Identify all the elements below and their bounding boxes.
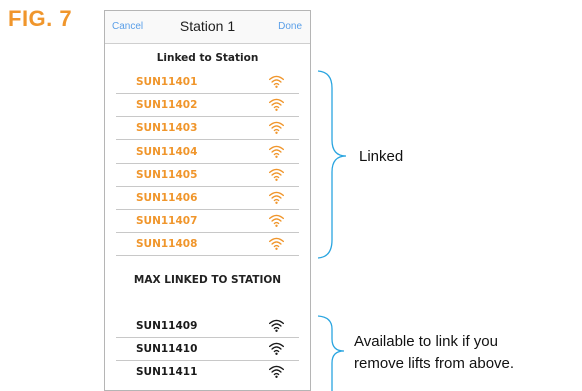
linked-lift-row[interactable]: SUN11404 [116, 141, 299, 164]
lift-name: SUN11409 [136, 320, 198, 332]
lift-name: SUN11405 [136, 168, 198, 181]
figure-label: FIG. 7 [8, 6, 73, 31]
lift-name: SUN11407 [136, 215, 198, 228]
linked-section-header: Linked to Station [156, 52, 259, 64]
lift-name: SUN11404 [136, 145, 198, 158]
wifi-icon [268, 318, 285, 333]
available-annotation-line-2: remove lifts from above. [354, 355, 515, 372]
lift-name: SUN11410 [136, 343, 198, 356]
wifi-icon [268, 236, 285, 251]
linked-annotation: Linked [359, 148, 404, 165]
lift-name: SUN11406 [136, 192, 198, 204]
wifi-icon [268, 190, 285, 205]
available-lift-row[interactable]: SUN11410 [116, 338, 299, 362]
lift-name: SUN11408 [136, 238, 198, 251]
available-lift-row[interactable]: SUN11409 [116, 315, 299, 338]
linked-lift-row[interactable]: SUN11402 [116, 94, 299, 118]
wifi-icon [268, 144, 285, 159]
available-brace-icon [317, 315, 345, 391]
linked-lift-row[interactable]: SUN11403 [116, 117, 299, 141]
phone-screen: Cancel Station 1 Done Linked to Station … [104, 10, 311, 391]
done-button[interactable]: Done [278, 21, 302, 32]
lift-name: SUN11402 [136, 99, 198, 112]
linked-lift-row[interactable]: SUN11405 [116, 164, 299, 187]
wifi-icon [268, 97, 285, 112]
wifi-icon [268, 341, 285, 356]
available-annotation-line-1: Available to link if you [354, 333, 498, 350]
lift-name: SUN11401 [136, 76, 198, 88]
linked-lift-row[interactable]: SUN11406 [116, 187, 299, 210]
wifi-icon [268, 364, 285, 379]
linked-lift-row[interactable]: SUN11408 [116, 233, 299, 257]
wifi-icon [268, 74, 285, 89]
available-lift-row[interactable]: SUN11411 [116, 361, 299, 383]
wifi-icon [268, 120, 285, 135]
wifi-icon [268, 167, 285, 182]
lift-name: SUN11403 [136, 122, 198, 135]
navigation-bar: Cancel Station 1 Done [105, 11, 310, 44]
lift-name: SUN11411 [136, 366, 198, 379]
linked-lift-row[interactable]: SUN11407 [116, 210, 299, 234]
linked-brace-icon [317, 70, 347, 259]
linked-lift-row[interactable]: SUN11401 [116, 71, 299, 94]
max-linked-label: MAX LINKED TO STATION [133, 274, 282, 286]
wifi-icon [268, 213, 285, 228]
